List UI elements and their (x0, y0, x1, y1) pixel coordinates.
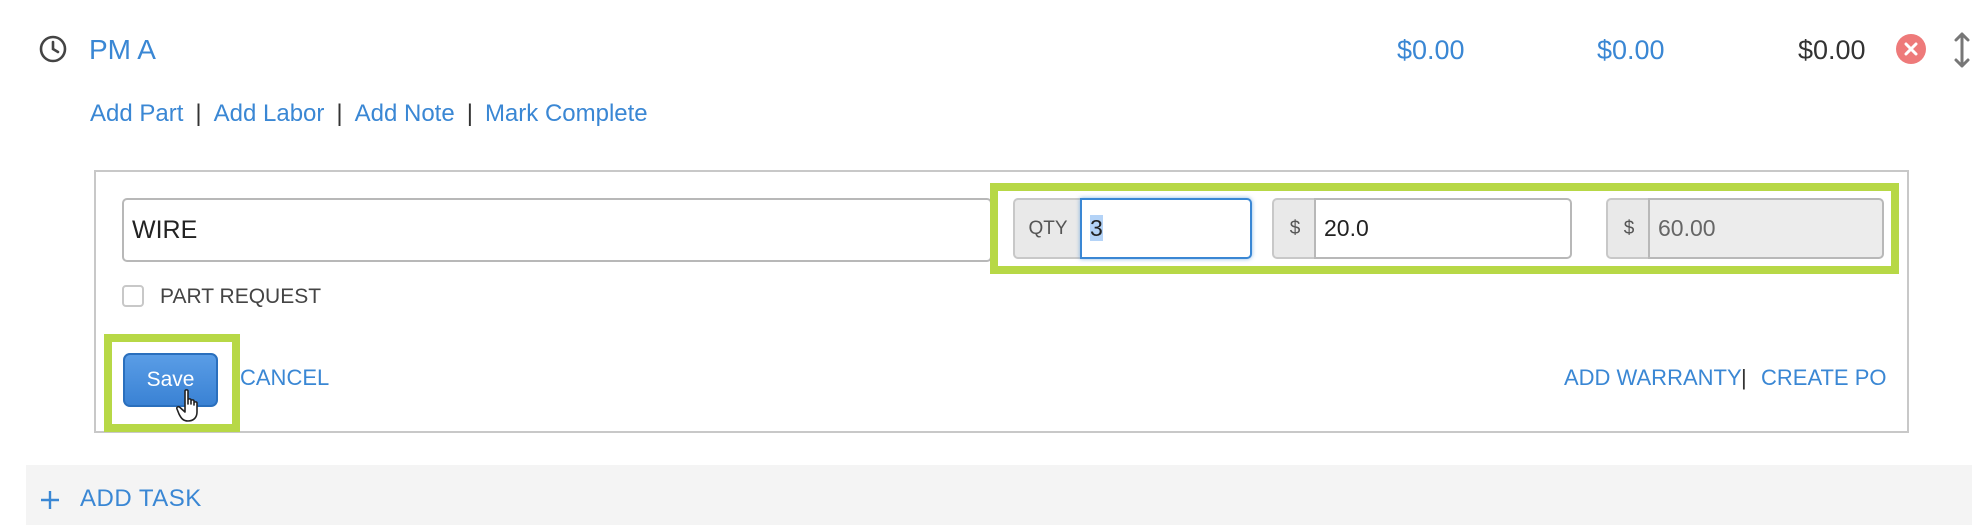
quantity-input[interactable]: 3 (1080, 198, 1252, 259)
separator: | (1741, 365, 1747, 390)
remove-task-button[interactable] (1896, 34, 1926, 64)
part-name-input[interactable]: WIRE (122, 198, 992, 262)
drag-handle-icon[interactable] (1952, 30, 1972, 70)
labor-total[interactable]: $0.00 (1597, 30, 1665, 70)
quantity-value: 3 (1090, 215, 1103, 241)
separator: | (195, 100, 202, 127)
add-warranty-link[interactable]: ADD WARRANTY (1564, 362, 1742, 394)
task-title-link[interactable]: PM A (89, 30, 156, 70)
remove-icon (1904, 42, 1918, 56)
add-part-link[interactable]: Add Part (90, 100, 183, 127)
cancel-link[interactable]: CANCEL (240, 362, 329, 394)
price-currency-label: $ (1272, 198, 1316, 259)
plus-icon (40, 490, 60, 510)
add-note-link[interactable]: Add Note (355, 100, 455, 127)
cursor-hand-icon (175, 388, 206, 424)
clock-icon (37, 33, 69, 65)
line-total-field: 60.00 (1648, 198, 1884, 259)
add-task-bar[interactable] (26, 465, 1972, 525)
create-po-link[interactable]: CREATE PO (1761, 362, 1887, 394)
part-request-checkbox[interactable] (122, 285, 144, 307)
qty-label: QTY (1013, 198, 1081, 259)
add-labor-link[interactable]: Add Labor (214, 100, 325, 127)
parts-total[interactable]: $0.00 (1397, 30, 1465, 70)
part-request-label[interactable]: PART REQUEST (160, 282, 321, 312)
task-actions: Add Part | Add Labor | Add Note | Mark Complet… (90, 96, 648, 132)
separator: | (336, 100, 343, 127)
mark-complete-link[interactable]: Mark Complete (485, 100, 648, 127)
grand-total: $0.00 (1798, 35, 1866, 65)
separator: | (466, 100, 473, 127)
add-task-link[interactable]: ADD TASK (80, 484, 202, 514)
total-currency-label: $ (1606, 198, 1650, 259)
unit-price-input[interactable]: 20.0 (1314, 198, 1572, 259)
